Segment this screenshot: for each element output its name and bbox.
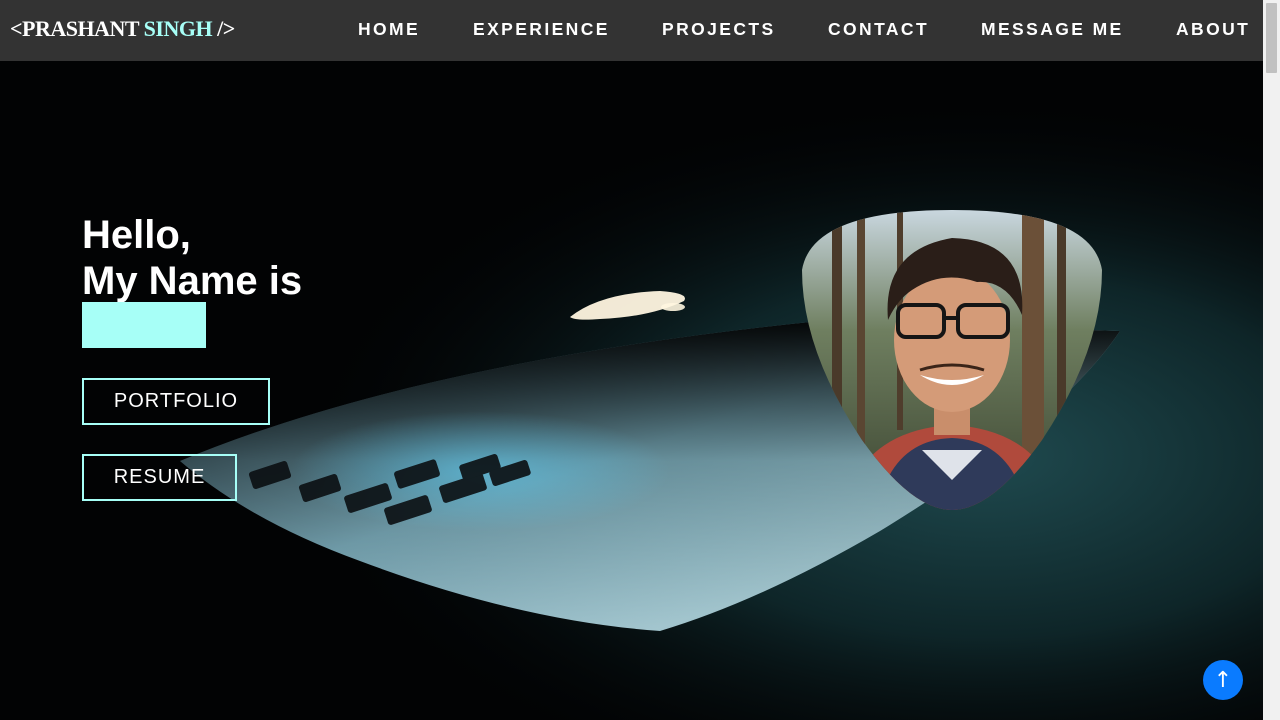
resume-button[interactable]: RESUME [82,454,237,501]
nav-link-message-me[interactable]: MESSAGE ME [981,19,1124,40]
profile-photo [802,210,1102,510]
greeting-line-1: Hello, [82,213,191,257]
nav-link-projects[interactable]: PROJECTS [662,19,776,40]
nav-link-experience[interactable]: EXPERIENCE [473,19,610,40]
typed-name-highlight [82,302,206,348]
logo-prefix: <PRASHANT [10,16,139,41]
nav-link-home[interactable]: HOME [358,19,420,40]
site-logo[interactable]: <PRASHANT SINGH /> [10,16,235,42]
page-scrollbar[interactable] [1263,0,1280,720]
page: <PRASHANT SINGH /> HOME EXPERIENCE PROJE… [0,0,1280,720]
greeting-line-2: My Name is [82,259,303,303]
navbar: <PRASHANT SINGH /> HOME EXPERIENCE PROJE… [0,0,1263,61]
nav-link-contact[interactable]: CONTACT [828,19,929,40]
arrow-up-icon: ↑ [1213,667,1233,693]
hero-section: Hello, My Name is PORTFOLIO RESUME [0,61,1263,720]
nav-link-about[interactable]: ABOUT [1176,19,1250,40]
portfolio-button[interactable]: PORTFOLIO [82,378,270,425]
scroll-to-top-button[interactable]: ↑ [1203,660,1243,700]
hero-greeting: Hello, My Name is [82,212,302,304]
logo-suffix: /> [217,16,235,41]
logo-accent: SINGH [143,16,213,41]
scrollbar-thumb[interactable] [1266,3,1277,73]
